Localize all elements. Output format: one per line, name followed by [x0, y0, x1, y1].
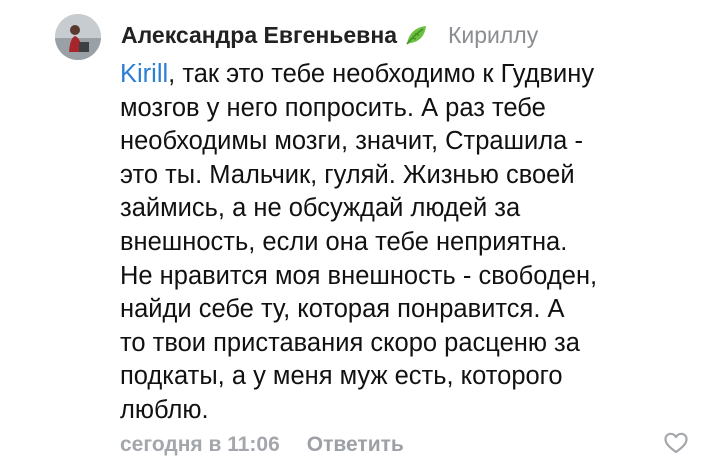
comment-text-line: мозгов у него попросить. А раз тебе [120, 93, 546, 122]
comment-text: Kirill, так это тебе необходимо к Гудвин… [120, 58, 700, 428]
reply-to-name[interactable]: Кириллу [448, 22, 538, 49]
comment-text-line: займись, а не обсуждай людей за [120, 194, 521, 223]
comment-text-line: подкаты, а у меня муж есть, которого [120, 362, 563, 391]
author-name[interactable]: Александра Евгеньевна [121, 22, 397, 49]
comment-text-line: то твои приставания скоро расценю за [120, 328, 580, 357]
avatar[interactable] [55, 14, 101, 60]
comment-text-segment: , так это тебе необходимо к Гудвину [168, 60, 595, 88]
comment-text-line: внешность, если она тебе неприятна. [120, 227, 568, 256]
comment: Александра Евгеньевна Кириллу Kirill, та… [0, 0, 720, 471]
comment-header: Александра Евгеньевна Кириллу [121, 18, 538, 52]
comment-footer: сегодня в 11:06 Ответить [120, 430, 404, 460]
comment-text-line: необходимы мозги, значит, Страшила - [120, 127, 583, 156]
avatar-photo-icon [55, 14, 101, 60]
leaf-icon [403, 22, 429, 48]
mention-link[interactable]: Kirill [120, 60, 168, 88]
timestamp: сегодня в 11:06 [120, 433, 280, 456]
reply-button[interactable]: Ответить [307, 433, 404, 457]
comment-text-line: Kirill, так это тебе необходимо к Гудвин… [120, 58, 700, 92]
comment-text-line: Не нравится моя внешность - свободен, [120, 261, 598, 290]
comment-text-line: найди себе ту, которая понравится. А [120, 295, 565, 324]
comment-text-line: люблю. [120, 395, 209, 424]
heart-outline-icon[interactable] [663, 430, 689, 456]
comment-text-line: это ты. Мальчик, гуляй. Жизнью своей [120, 160, 575, 189]
